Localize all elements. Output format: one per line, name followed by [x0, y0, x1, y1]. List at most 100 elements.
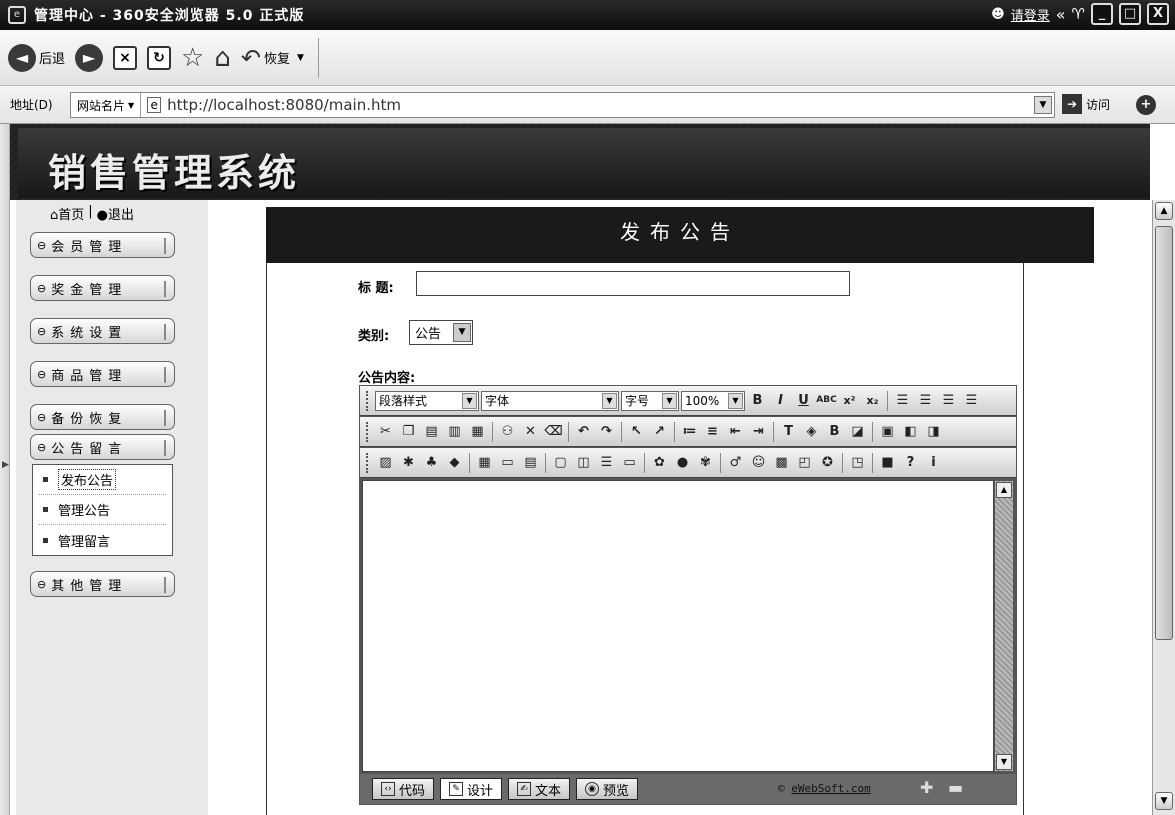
- subscript-icon[interactable]: x₂: [862, 390, 883, 411]
- text-color-icon[interactable]: T: [778, 421, 799, 442]
- insert-marquee-icon[interactable]: ▭: [619, 452, 640, 473]
- insert-table-icon[interactable]: ▦: [474, 452, 495, 473]
- skin-shirt-icon[interactable]: ♈: [1072, 5, 1085, 23]
- sidebar-menu-settings[interactable]: ⊖ 系统设置: [30, 318, 175, 344]
- numbered-list-icon[interactable]: ≔: [679, 421, 700, 442]
- insert-link-icon[interactable]: ●: [672, 452, 693, 473]
- mode-preview-button[interactable]: ◉ 预览: [576, 778, 639, 800]
- enlarge-editor-icon[interactable]: ✚: [920, 778, 933, 797]
- url-text[interactable]: http://localhost:8080/main.htm: [167, 96, 401, 114]
- editor-scrollbar[interactable]: ▲ ▼: [994, 480, 1014, 772]
- insert-date-icon[interactable]: ▩: [771, 452, 792, 473]
- submenu-item-manage-messages[interactable]: 管理留言: [39, 525, 166, 555]
- delete-icon[interactable]: ✕: [520, 421, 541, 442]
- align-justify-icon[interactable]: ☰: [961, 390, 982, 411]
- insert-anchor-icon[interactable]: ♂: [725, 452, 746, 473]
- bullet-list-icon[interactable]: ≡: [702, 421, 723, 442]
- sidebar-menu-announcements[interactable]: ⊖ 公告留言: [30, 434, 175, 460]
- italic-icon[interactable]: I: [770, 390, 791, 411]
- copy-icon[interactable]: ❐: [398, 421, 419, 442]
- editor-content-area[interactable]: [362, 480, 994, 772]
- insert-column-icon[interactable]: ▤: [520, 452, 541, 473]
- insert-rule-icon[interactable]: ☰: [596, 452, 617, 473]
- scroll-thumb[interactable]: [1155, 226, 1173, 640]
- maximize-button[interactable]: □: [1119, 3, 1141, 25]
- visit-button[interactable]: ➔ 访问: [1062, 94, 1110, 114]
- security-shield-icon[interactable]: +: [1136, 95, 1156, 115]
- align-left-icon[interactable]: ☰: [892, 390, 913, 411]
- page-scrollbar[interactable]: ▲ ▼: [1152, 200, 1175, 815]
- title-input[interactable]: [416, 271, 850, 296]
- site-card-dropdown[interactable]: 网站名片 ▼: [71, 93, 142, 117]
- scroll-up-icon[interactable]: ▲: [1155, 202, 1173, 220]
- paste-text-icon[interactable]: ▥: [444, 421, 465, 442]
- block-color-icon[interactable]: B: [824, 421, 845, 442]
- shrink-editor-icon[interactable]: ▬: [948, 778, 963, 797]
- mode-design-button[interactable]: ✎ 设计: [440, 778, 503, 800]
- remove-link-icon[interactable]: ✾: [695, 452, 716, 473]
- logout-link[interactable]: ●退出: [97, 204, 134, 223]
- zoom-select[interactable]: 100% ▼: [681, 390, 745, 411]
- mode-text-button[interactable]: ✍ 文本: [508, 778, 571, 800]
- sidebar-menu-member[interactable]: ⊖ 会员管理: [30, 232, 175, 258]
- absolute-position-icon[interactable]: ↗: [649, 421, 670, 442]
- underline-icon[interactable]: U: [793, 390, 814, 411]
- insert-file-icon[interactable]: ◆: [444, 452, 465, 473]
- insert-special-icon[interactable]: ✪: [817, 452, 838, 473]
- redo-icon[interactable]: ↷: [596, 421, 617, 442]
- side-panel-toggle[interactable]: ▶: [0, 124, 10, 815]
- submenu-item-publish[interactable]: 发布公告: [39, 465, 166, 495]
- layer-front-icon[interactable]: ◨: [923, 421, 944, 442]
- sidebar-menu-other[interactable]: ⊖ 其他管理: [30, 571, 175, 597]
- scroll-up-icon[interactable]: ▲: [996, 482, 1012, 498]
- home-icon[interactable]: ⌂: [214, 44, 231, 72]
- show-borders-icon[interactable]: ▣: [877, 421, 898, 442]
- paste-icon[interactable]: ▤: [421, 421, 442, 442]
- remove-format-icon[interactable]: ◪: [847, 421, 868, 442]
- cut-icon[interactable]: ✂: [375, 421, 396, 442]
- category-select[interactable]: 公告 ▼: [409, 320, 473, 345]
- insert-time-icon[interactable]: ◰: [794, 452, 815, 473]
- select-pointer-icon[interactable]: ↖: [626, 421, 647, 442]
- help-icon[interactable]: ?: [900, 452, 921, 473]
- import-document-icon[interactable]: ◳: [847, 452, 868, 473]
- superscript-icon[interactable]: x²: [839, 390, 860, 411]
- info-icon[interactable]: i: [923, 452, 944, 473]
- bold-icon[interactable]: B: [747, 390, 768, 411]
- refresh-icon[interactable]: ↻: [147, 45, 172, 70]
- sidebar-menu-backup[interactable]: ⊖ 备份恢复: [30, 404, 175, 430]
- font-select[interactable]: 字体 ▼: [481, 390, 619, 411]
- forward-arrow-icon[interactable]: ►: [75, 43, 104, 72]
- login-link[interactable]: 请登录: [1011, 5, 1050, 24]
- insert-flash-icon[interactable]: ✱: [398, 452, 419, 473]
- minimize-button[interactable]: _: [1091, 3, 1113, 25]
- align-right-icon[interactable]: ☰: [938, 390, 959, 411]
- sidebar-menu-bonus[interactable]: ⊖ 奖金管理: [30, 275, 175, 301]
- close-button[interactable]: X: [1147, 3, 1169, 25]
- collapse-chevron-icon[interactable]: «: [1056, 5, 1066, 24]
- credit-link[interactable]: eWebSoft.com: [791, 782, 870, 795]
- mode-code-button[interactable]: ‹› 代码: [372, 778, 435, 800]
- strikethrough-icon[interactable]: ABC: [816, 390, 837, 411]
- insert-symbol-icon[interactable]: ✿: [649, 452, 670, 473]
- insert-row-icon[interactable]: ▭: [497, 452, 518, 473]
- scroll-down-icon[interactable]: ▼: [1155, 792, 1173, 810]
- paste-word-icon[interactable]: ▦: [467, 421, 488, 442]
- insert-emoticon-icon[interactable]: ☺: [748, 452, 769, 473]
- insert-media-icon[interactable]: ♣: [421, 452, 442, 473]
- sidebar-menu-products[interactable]: ⊖ 商品管理: [30, 361, 175, 387]
- insert-image-icon[interactable]: ▨: [375, 452, 396, 473]
- scroll-down-icon[interactable]: ▼: [996, 754, 1012, 770]
- address-input[interactable]: 网站名片 ▼ e http://localhost:8080/main.htm …: [70, 92, 1055, 118]
- favorites-star-icon[interactable]: ☆: [181, 44, 204, 72]
- paragraph-style-select[interactable]: 段落样式 ▼: [375, 390, 479, 411]
- outdent-icon[interactable]: ⇤: [725, 421, 746, 442]
- find-binoculars-icon[interactable]: ⚇: [497, 421, 518, 442]
- undo-icon[interactable]: ↶: [573, 421, 594, 442]
- indent-icon[interactable]: ⇥: [748, 421, 769, 442]
- align-center-icon[interactable]: ☰: [915, 390, 936, 411]
- back-button[interactable]: ◄ 后退: [8, 43, 65, 72]
- background-color-icon[interactable]: ◈: [801, 421, 822, 442]
- url-history-dropdown[interactable]: ▼: [1034, 96, 1052, 114]
- insert-frame-icon[interactable]: ▢: [550, 452, 571, 473]
